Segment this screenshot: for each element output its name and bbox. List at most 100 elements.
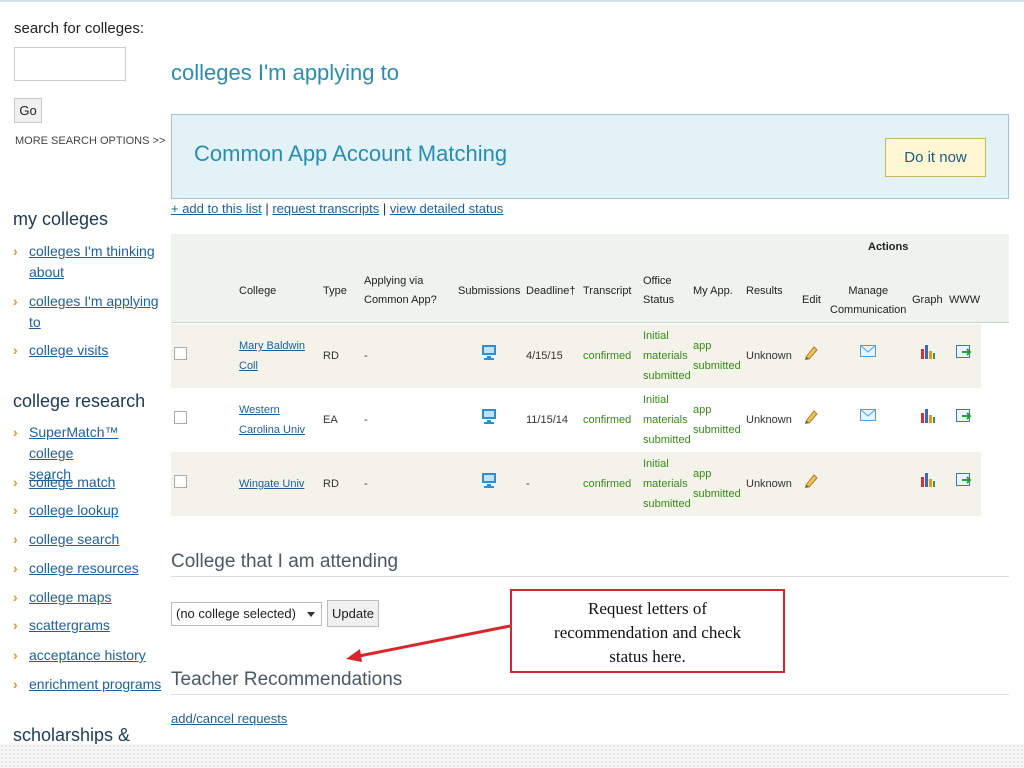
attending-heading: College that I am attending — [171, 551, 399, 572]
sidebar-item-label[interactable]: college search — [29, 529, 163, 550]
sidebar-item-college-visits[interactable]: › college visits — [13, 340, 163, 361]
table-header: Actions College Type Applying via Common… — [171, 234, 1009, 323]
college-name-line[interactable]: Coll — [239, 356, 305, 376]
college-name-line[interactable]: Mary Baldwin — [239, 336, 305, 356]
header-line: Common App? — [364, 294, 437, 306]
row-checkbox[interactable] — [174, 347, 187, 360]
chevron-right-icon: › — [13, 647, 18, 663]
chevron-down-icon — [307, 612, 315, 617]
row-checkbox[interactable] — [174, 411, 187, 424]
search-label: search for colleges: — [14, 20, 145, 37]
transcript-header: Transcript — [583, 285, 632, 297]
edit-header: Edit — [802, 294, 821, 306]
sidebar-item-college-match[interactable]: › college match — [13, 472, 163, 493]
external-website-icon[interactable] — [956, 472, 972, 488]
view-detailed-status-link[interactable]: view detailed status — [390, 201, 503, 216]
sidebar-item-college-search[interactable]: › college search — [13, 529, 163, 550]
footer-pattern — [0, 744, 1024, 768]
pencil-icon[interactable] — [803, 472, 819, 488]
college-header: College — [239, 285, 277, 297]
sidebar-item-label[interactable]: enrichment programs — [29, 674, 163, 695]
status-line: Initial — [643, 330, 669, 342]
status-line: submitted — [693, 360, 741, 372]
do-it-now-button[interactable]: Do it now — [885, 138, 986, 177]
bar-graph-icon[interactable] — [920, 343, 936, 359]
link-separator: | — [379, 201, 390, 216]
sidebar-item-label[interactable]: colleges I'm applying to — [29, 291, 163, 333]
add-to-list-link[interactable]: + add to this list — [171, 201, 262, 216]
common-app-cell: - — [364, 350, 368, 362]
sidebar-item-label[interactable]: college resources — [29, 558, 163, 579]
type-header: Type — [323, 285, 347, 297]
external-website-icon[interactable] — [956, 408, 972, 424]
status-line: app — [693, 404, 712, 416]
status-line: materials — [643, 478, 688, 490]
sidebar-item-college-maps[interactable]: › college maps — [13, 587, 163, 608]
monitor-icon[interactable] — [481, 408, 497, 424]
chevron-right-icon: › — [13, 502, 18, 518]
chevron-right-icon: › — [13, 560, 18, 576]
go-button[interactable]: Go — [14, 98, 42, 123]
sidebar-item-label[interactable]: college visits — [29, 340, 163, 361]
external-website-icon[interactable] — [956, 344, 972, 360]
sidebar-item-label[interactable]: college maps — [29, 587, 163, 608]
bar-graph-icon[interactable] — [920, 471, 936, 487]
sidebar-item-college-lookup[interactable]: › college lookup — [13, 500, 163, 521]
row-checkbox[interactable] — [174, 475, 187, 488]
monitor-icon[interactable] — [481, 472, 497, 488]
mail-icon[interactable] — [860, 409, 876, 421]
college-name-line[interactable]: Western — [239, 400, 305, 420]
table-row: Western Carolina Univ EA - 11/15/14 conf… — [171, 388, 981, 452]
pencil-icon[interactable] — [803, 344, 819, 360]
sidebar-item-applying-to[interactable]: › colleges I'm applying to — [13, 291, 163, 333]
bar-graph-icon[interactable] — [920, 407, 936, 423]
divider — [171, 576, 1009, 577]
deadline-cell: 11/15/14 — [526, 414, 569, 426]
page-title: colleges I'm applying to — [171, 60, 399, 85]
sidebar-item-label[interactable]: acceptance history — [29, 645, 163, 666]
transcript-cell: confirmed — [583, 478, 632, 490]
banner-title: Common App Account Matching — [194, 141, 508, 166]
status-line: Initial — [643, 458, 669, 470]
scholarships-heading: scholarships & — [13, 725, 131, 744]
my-colleges-heading: my colleges — [13, 209, 109, 229]
more-search-options-link[interactable]: MORE SEARCH OPTIONS >> — [15, 135, 165, 147]
college-research-heading: college research — [13, 391, 146, 411]
sidebar-item-college-resources[interactable]: › college resources — [13, 558, 163, 579]
college-link[interactable]: Wingate Univ — [239, 474, 304, 494]
sidebar-item-label[interactable]: college match — [29, 472, 163, 493]
sidebar-item-scattergrams[interactable]: › scattergrams — [13, 615, 163, 636]
callout-line: Request letters of — [588, 599, 707, 618]
pencil-icon[interactable] — [803, 408, 819, 424]
college-search-input[interactable] — [14, 47, 126, 81]
college-name-line[interactable]: Wingate Univ — [239, 474, 304, 494]
college-name-line[interactable]: Carolina Univ — [239, 420, 305, 440]
common-app-banner: Common App Account Matching Do it now — [171, 114, 1009, 199]
office-status-cell: Initial materials submitted — [643, 454, 691, 514]
monitor-icon[interactable] — [481, 344, 497, 360]
status-line: submitted — [643, 498, 691, 510]
header-line: Applying via — [364, 275, 424, 287]
request-transcripts-link[interactable]: request transcripts — [272, 201, 379, 216]
sidebar-item-label[interactable]: college lookup — [29, 500, 163, 521]
chevron-right-icon: › — [13, 243, 18, 259]
mail-icon[interactable] — [860, 345, 876, 357]
transcript-cell: confirmed — [583, 350, 632, 362]
select-value: (no college selected) — [176, 606, 296, 621]
sidebar-item-enrichment-programs[interactable]: › enrichment programs — [13, 674, 163, 695]
college-link[interactable]: Western Carolina Univ — [239, 400, 305, 440]
status-line: submitted — [643, 434, 691, 446]
sidebar-item-label[interactable]: colleges I'm thinking about — [29, 241, 163, 283]
header-line: Office — [643, 275, 672, 287]
status-line: submitted — [693, 424, 741, 436]
sidebar-item-acceptance-history[interactable]: › acceptance history — [13, 645, 163, 666]
results-cell: Unknown — [746, 478, 792, 490]
add-cancel-requests-link[interactable]: add/cancel requests — [171, 711, 287, 726]
www-header: WWW — [949, 294, 981, 306]
sidebar-item-label[interactable]: scattergrams — [29, 615, 163, 636]
attending-college-select[interactable]: (no college selected) — [171, 602, 322, 626]
college-link[interactable]: Mary Baldwin Coll — [239, 336, 305, 376]
sidebar-item-thinking-about[interactable]: › colleges I'm thinking about — [13, 241, 163, 283]
chevron-right-icon: › — [13, 617, 18, 633]
my-app-header: My App. — [693, 285, 733, 297]
